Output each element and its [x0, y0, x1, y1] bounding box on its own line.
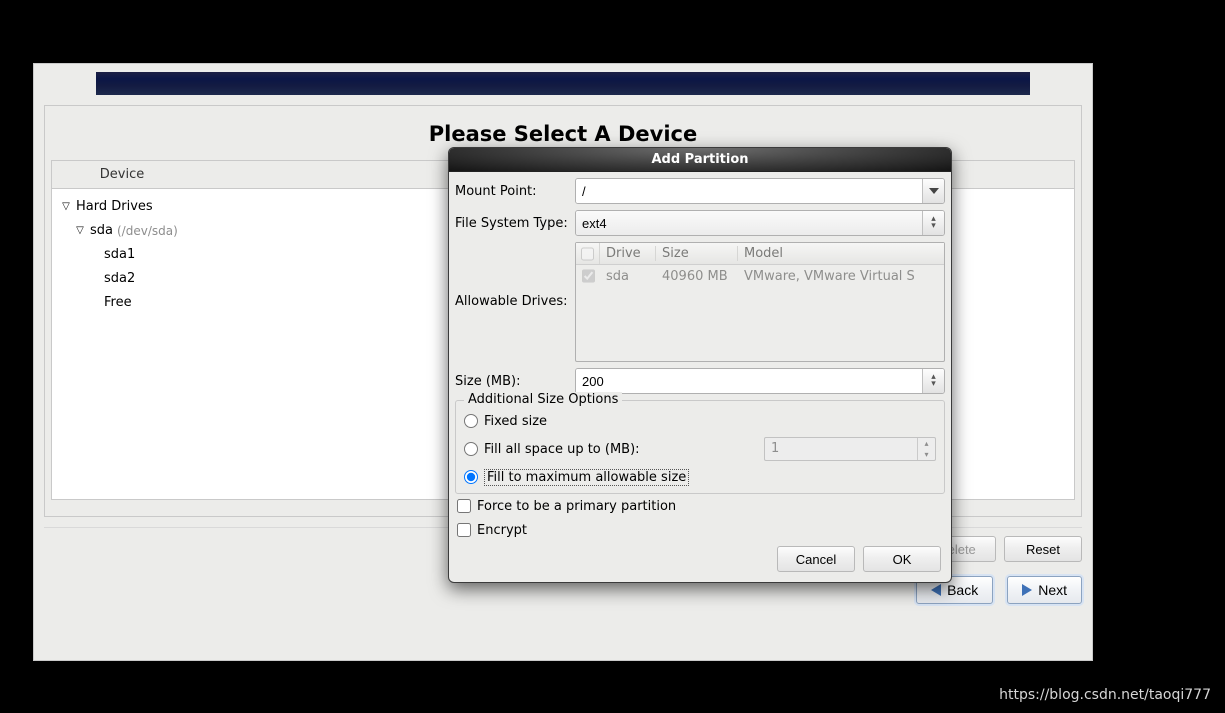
- header-banner: [96, 72, 1030, 95]
- dialog-buttons: Cancel OK: [455, 542, 945, 574]
- spin-up-icon: ▴: [918, 438, 935, 449]
- tree-label: Free: [104, 293, 132, 313]
- force-primary-label: Force to be a primary partition: [477, 499, 676, 514]
- encrypt-label: Encrypt: [477, 523, 527, 538]
- fill-upto-spinner: ▴▾: [917, 438, 935, 460]
- force-primary-checkbox[interactable]: [457, 499, 471, 513]
- fs-type-dropdown-button[interactable]: ▴▾: [922, 211, 944, 235]
- cancel-button[interactable]: Cancel: [777, 546, 855, 572]
- radio-fill-max[interactable]: Fill to maximum allowable size: [464, 469, 689, 486]
- size-input[interactable]: [576, 369, 922, 393]
- mount-point-combo[interactable]: [575, 178, 945, 204]
- arrow-left-icon: [931, 584, 941, 596]
- radio-fill-upto-label: Fill all space up to (MB):: [484, 442, 640, 457]
- drive-col-size[interactable]: Size: [656, 246, 738, 261]
- drive-row-drive: sda: [600, 269, 656, 284]
- radio-fill-max-input[interactable]: [464, 470, 478, 484]
- mount-point-label: Mount Point:: [455, 184, 575, 199]
- drive-col-model[interactable]: Model: [738, 246, 944, 261]
- tree-label: sda2: [104, 269, 135, 289]
- drive-row-checkbox[interactable]: [582, 269, 595, 283]
- drive-row-size: 40960 MB: [656, 269, 738, 284]
- column-device[interactable]: Device: [52, 161, 192, 188]
- tree-label: Hard Drives: [76, 197, 153, 217]
- fs-type-label: File System Type:: [455, 216, 575, 231]
- fs-type-combo[interactable]: ▴▾: [575, 210, 945, 236]
- size-spin-buttons[interactable]: ▴▾: [922, 369, 944, 393]
- additional-size-options-group: Additional Size Options Fixed size Fill …: [455, 400, 945, 494]
- drive-list-header: Drive Size Model: [576, 243, 944, 265]
- drive-col-check[interactable]: [576, 243, 600, 264]
- spinner-icon: ▴▾: [931, 374, 936, 388]
- tree-expander-icon[interactable]: ▽: [60, 197, 72, 217]
- fs-type-value[interactable]: [576, 211, 922, 235]
- radio-fixed-size-label: Fixed size: [484, 414, 547, 429]
- mount-point-input[interactable]: [576, 179, 922, 203]
- tree-label: sda1: [104, 245, 135, 265]
- radio-fill-upto-input[interactable]: [464, 442, 478, 456]
- fill-upto-spinbox: 1 ▴▾: [764, 437, 936, 461]
- page-title: Please Select A Device: [51, 122, 1075, 146]
- fill-upto-value: 1: [765, 438, 917, 460]
- size-label: Size (MB):: [455, 374, 575, 389]
- ok-button[interactable]: OK: [863, 546, 941, 572]
- drive-col-drive[interactable]: Drive: [600, 246, 656, 261]
- radio-fill-max-label: Fill to maximum allowable size: [484, 469, 689, 486]
- size-options-legend: Additional Size Options: [464, 392, 622, 407]
- radio-fill-upto[interactable]: Fill all space up to (MB):: [464, 442, 640, 457]
- allowable-drives-label: Allowable Drives:: [455, 242, 575, 309]
- allowable-drives-list[interactable]: Drive Size Model sda 40960 MB VMware, VM…: [575, 242, 945, 362]
- back-label: Back: [947, 582, 978, 598]
- arrow-right-icon: [1022, 584, 1032, 596]
- watermark: https://blog.csdn.net/taoqi777: [999, 687, 1211, 703]
- radio-fixed-size-input[interactable]: [464, 414, 478, 428]
- drive-row-model: VMware, VMware Virtual S: [738, 269, 944, 284]
- tree-expander-icon[interactable]: ▽: [74, 221, 86, 241]
- spin-down-icon: ▾: [918, 449, 935, 460]
- drive-row[interactable]: sda 40960 MB VMware, VMware Virtual S: [576, 265, 944, 287]
- reset-button[interactable]: Reset: [1004, 536, 1082, 562]
- dialog-content: Mount Point: File System Type: ▴▾ Allowa…: [449, 172, 951, 582]
- mount-point-dropdown-button[interactable]: [922, 179, 944, 203]
- next-label: Next: [1038, 582, 1067, 598]
- chevron-down-icon: [929, 188, 939, 194]
- column-size[interactable]: [192, 161, 413, 188]
- spinner-icon: ▴▾: [931, 216, 936, 230]
- size-spinbox[interactable]: ▴▾: [575, 368, 945, 394]
- add-partition-dialog: Add Partition Mount Point: File System T…: [448, 147, 952, 583]
- radio-fixed-size[interactable]: Fixed size: [464, 414, 547, 429]
- device-path: (/dev/sda): [117, 221, 178, 241]
- drive-header-checkbox[interactable]: [581, 247, 594, 261]
- dialog-title[interactable]: Add Partition: [449, 148, 951, 172]
- tree-label: sda: [90, 221, 113, 241]
- encrypt-checkbox[interactable]: [457, 523, 471, 537]
- next-button[interactable]: Next: [1007, 576, 1082, 604]
